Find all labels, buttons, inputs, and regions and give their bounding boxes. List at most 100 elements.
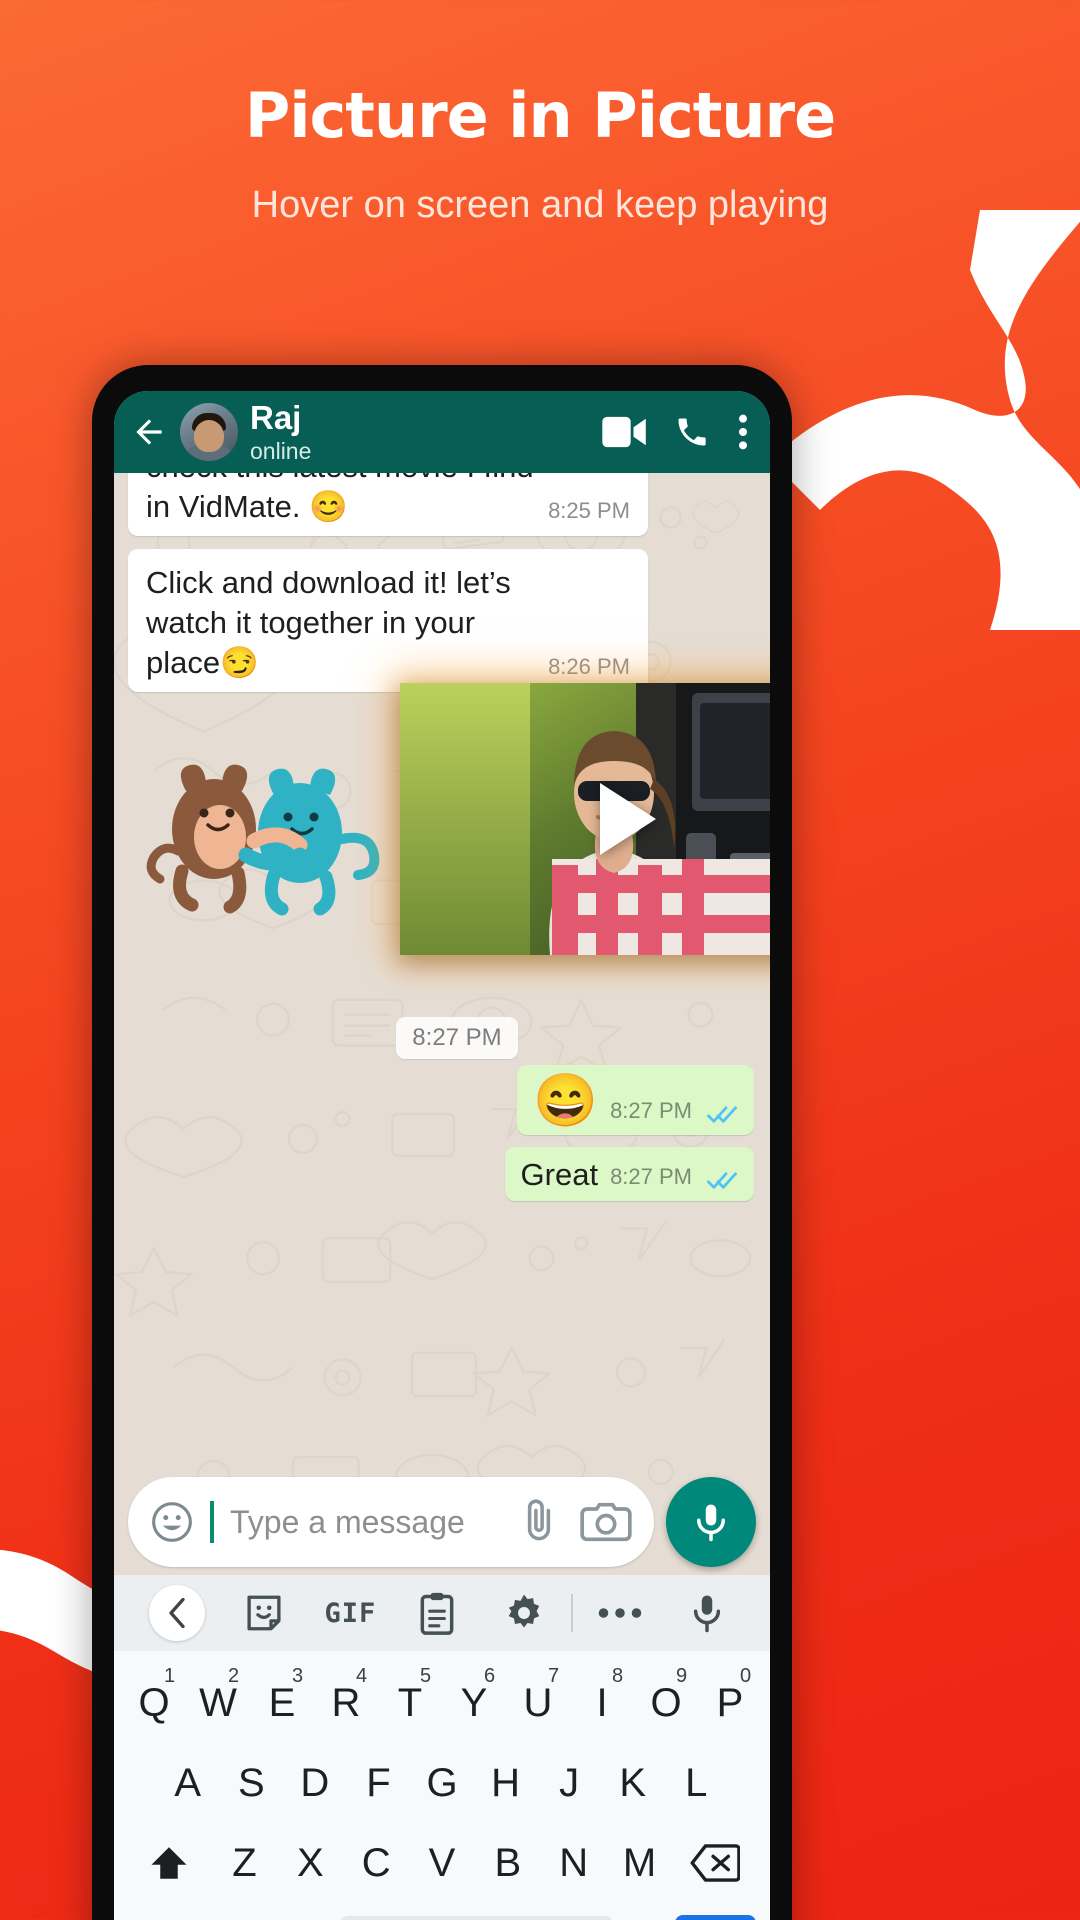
voice-record-button[interactable]	[666, 1477, 756, 1567]
key-b[interactable]: B	[475, 1841, 541, 1886]
key-n[interactable]: N	[541, 1841, 607, 1886]
keyboard-row-3: Z X C V B N M	[122, 1823, 762, 1903]
key-x[interactable]: X	[277, 1841, 343, 1886]
shift-up-icon	[151, 1847, 187, 1879]
picture-in-picture-video[interactable]	[400, 683, 770, 956]
message-text: check this latest movie I find in VidMat…	[146, 473, 534, 524]
header-actions	[602, 412, 754, 452]
key-t[interactable]: 5T	[378, 1665, 442, 1726]
camera-icon[interactable]	[580, 1499, 632, 1545]
play-triangle-icon[interactable]	[599, 783, 656, 856]
message-bubble-incoming[interactable]: Click and download it! let’s watch it to…	[128, 549, 648, 693]
key-superscript: 5	[420, 1664, 432, 1687]
read-receipt-icon	[707, 1106, 737, 1124]
message-emoji: 😄	[533, 1072, 599, 1131]
key-superscript: 3	[292, 1664, 304, 1687]
key-i[interactable]: 8I	[570, 1665, 634, 1726]
paperclip-icon[interactable]	[514, 1497, 564, 1547]
message-time: 8:26 PM	[548, 654, 630, 680]
key-p[interactable]: 0P	[698, 1665, 762, 1726]
message-bubble-outgoing[interactable]: 😄 8:27 PM	[517, 1065, 754, 1136]
space-key[interactable]: English	[340, 1916, 614, 1920]
keyboard-toolbar: GIF	[114, 1575, 770, 1651]
enter-key[interactable]	[674, 1915, 756, 1920]
key-a[interactable]: A	[156, 1761, 220, 1806]
microphone-glyph-icon	[693, 1595, 720, 1633]
keyboard-keys: 1Q 2W 3E 4R 5T 6Y 7U 8I 9O 0P A S D F G	[114, 1651, 770, 1920]
key-l[interactable]: L	[664, 1761, 728, 1806]
message-time: 8:27 PM	[610, 1164, 692, 1190]
toolbar-divider	[570, 1594, 573, 1632]
text-cursor	[210, 1501, 214, 1543]
clipboard-icon[interactable]	[394, 1591, 481, 1635]
key-z[interactable]: Z	[212, 1841, 278, 1886]
key-h[interactable]: H	[474, 1761, 538, 1806]
key-j[interactable]: J	[537, 1761, 601, 1806]
keyboard-row-2: A S D F G H J K L	[122, 1743, 762, 1823]
message-text: Great	[520, 1157, 599, 1193]
message-row-outgoing: Great 8:27 PM	[128, 1147, 756, 1202]
chevron-left-icon	[169, 1598, 185, 1628]
message-time: 8:25 PM	[548, 498, 630, 524]
more-options-icon[interactable]	[577, 1606, 664, 1620]
key-superscript: 8	[612, 1664, 624, 1687]
back-arrow-icon[interactable]	[130, 413, 168, 451]
chat-title-block[interactable]: Raj online	[250, 398, 590, 465]
key-f[interactable]: F	[347, 1761, 411, 1806]
key-superscript: 1	[164, 1664, 176, 1687]
search-input[interactable]: Type a message	[230, 1504, 498, 1541]
shift-key[interactable]	[126, 1842, 212, 1884]
key-label: I	[596, 1680, 608, 1725]
message-input-bar: Type a message	[114, 1477, 770, 1567]
key-y[interactable]: 6Y	[442, 1665, 506, 1726]
microphone-icon	[697, 1504, 725, 1542]
status-badge: online	[250, 438, 312, 465]
key-w[interactable]: 2W	[186, 1665, 250, 1726]
gif-icon[interactable]: GIF	[307, 1598, 394, 1629]
settings-gear-icon[interactable]	[480, 1592, 567, 1634]
video-camera-icon[interactable]	[602, 415, 648, 449]
gear-glyph-icon	[508, 1594, 539, 1628]
key-r[interactable]: 4R	[314, 1665, 378, 1726]
ellipsis-icon	[598, 1608, 642, 1618]
phone-icon[interactable]	[674, 414, 710, 450]
smiley-icon[interactable]	[150, 1500, 194, 1544]
key-k[interactable]: K	[601, 1761, 665, 1806]
key-v[interactable]: V	[409, 1841, 475, 1886]
key-o[interactable]: 9O	[634, 1665, 698, 1726]
message-bubble-incoming[interactable]: check this latest movie I find in VidMat…	[128, 473, 648, 537]
key-q[interactable]: 1Q	[122, 1665, 186, 1726]
message-row-outgoing: 😄 8:27 PM	[128, 1065, 756, 1136]
more-vertical-icon[interactable]	[736, 412, 750, 452]
collapse-toolbar-button[interactable]	[134, 1585, 221, 1641]
key-superscript: 9	[676, 1664, 688, 1687]
sticker-and-video-row	[128, 683, 770, 1005]
key-d[interactable]: D	[283, 1761, 347, 1806]
backspace-icon	[690, 1844, 741, 1882]
backspace-key[interactable]	[672, 1844, 758, 1882]
key-g[interactable]: G	[410, 1761, 474, 1806]
chat-header: Raj online	[114, 391, 770, 473]
key-m[interactable]: M	[607, 1841, 673, 1886]
key-c[interactable]: C	[343, 1841, 409, 1886]
key-superscript: 2	[228, 1664, 240, 1687]
message-bubble-outgoing[interactable]: Great 8:27 PM	[504, 1147, 754, 1202]
phone-mockup: Raj online in VidMate. 😊 8:25 PM Click a…	[92, 365, 792, 1920]
on-screen-keyboard: G I F 1 Q 2 W 3 E 4 R 5 T 6 Y 7 U 8 I 9 O …	[114, 1575, 770, 1920]
key-superscript: 4	[356, 1664, 368, 1687]
message-input-container[interactable]: Type a message	[128, 1477, 654, 1567]
hugging-monsters-sticker[interactable]	[142, 729, 387, 919]
key-superscript: 0	[740, 1664, 752, 1687]
contact-name: Raj	[250, 398, 302, 436]
page-title: Picture in Picture	[244, 79, 836, 152]
key-u[interactable]: 7U	[506, 1665, 570, 1726]
key-e[interactable]: 3E	[250, 1665, 314, 1726]
keyboard-row-1: 1Q 2W 3E 4R 5T 6Y 7U 8I 9O 0P	[122, 1663, 762, 1743]
decorative-swoosh-top-right	[780, 210, 1080, 630]
voice-input-icon[interactable]	[663, 1592, 750, 1634]
avatar[interactable]	[180, 403, 238, 461]
sticker-icon[interactable]	[221, 1592, 308, 1634]
sticker-timestamp-row: 8:27 PM	[128, 1017, 756, 1060]
message-time: 8:27 PM	[396, 1017, 518, 1060]
key-s[interactable]: S	[220, 1761, 284, 1806]
